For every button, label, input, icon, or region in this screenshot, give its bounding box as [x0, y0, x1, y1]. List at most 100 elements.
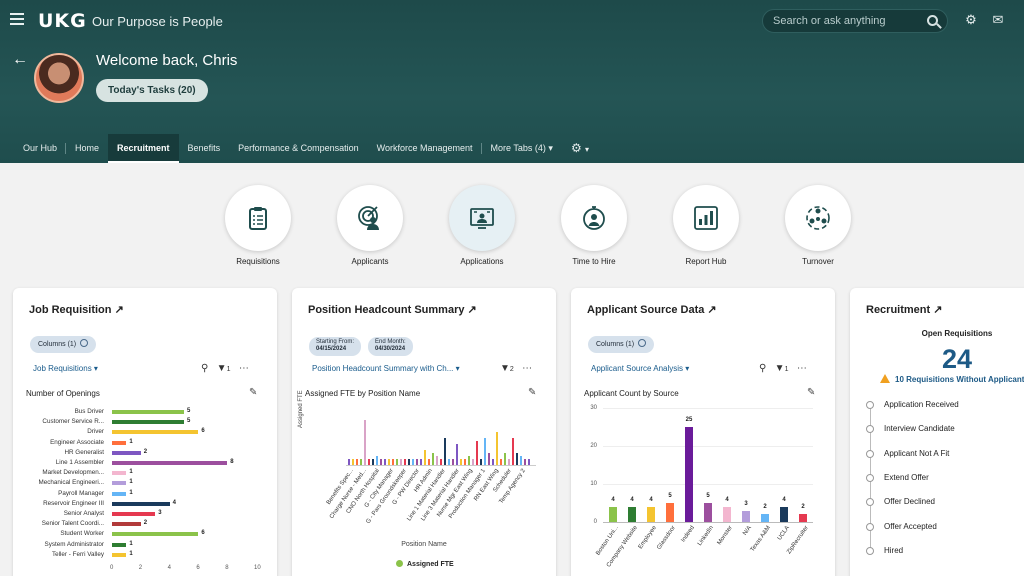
tab-our-hub[interactable]: Our Hub: [14, 134, 67, 163]
todays-tasks-button[interactable]: Today's Tasks (20): [96, 79, 208, 102]
source-bar[interactable]: [647, 506, 655, 522]
fte-bar[interactable]: [476, 441, 478, 465]
help-icon[interactable]: ⚙: [963, 12, 979, 28]
job-requisitions-dropdown[interactable]: Job Requisitions ▾: [33, 364, 98, 373]
pipeline-stage[interactable]: Hired: [866, 546, 903, 555]
fte-bar[interactable]: [524, 459, 526, 465]
fte-bar[interactable]: [368, 459, 370, 465]
source-bar[interactable]: [761, 514, 769, 522]
source-bar[interactable]: [609, 506, 617, 522]
pipeline-stage[interactable]: Extend Offer: [866, 473, 929, 482]
fte-bar[interactable]: [452, 459, 454, 465]
fte-bar[interactable]: [420, 459, 422, 465]
source-bar[interactable]: [742, 510, 750, 522]
card-title[interactable]: Position Headcount Summary ↗: [308, 303, 477, 316]
source-bar[interactable]: [685, 427, 693, 522]
filter-icon[interactable]: ▼1: [217, 363, 231, 374]
openings-bar[interactable]: [112, 491, 127, 496]
fte-bar[interactable]: [468, 456, 470, 465]
fte-bar[interactable]: [432, 453, 434, 465]
edit-pencil-icon[interactable]: ✎: [807, 387, 815, 398]
fte-bar[interactable]: [408, 459, 410, 465]
source-bar[interactable]: [799, 514, 807, 522]
fte-bar[interactable]: [364, 420, 366, 465]
edit-pencil-icon[interactable]: ✎: [528, 387, 536, 398]
fte-bar[interactable]: [460, 459, 462, 465]
quick-link-turnover[interactable]: Turnover: [785, 185, 851, 266]
fte-bar[interactable]: [396, 459, 398, 465]
columns-chip[interactable]: Columns (1): [588, 336, 655, 353]
openings-bar[interactable]: [112, 542, 127, 547]
fte-bar[interactable]: [496, 432, 498, 465]
fte-bar[interactable]: [388, 459, 390, 465]
fte-bar[interactable]: [528, 459, 530, 465]
fte-bar[interactable]: [380, 459, 382, 465]
menu-icon[interactable]: [10, 12, 24, 26]
fte-bar[interactable]: [444, 438, 446, 465]
ukg-logo[interactable]: UKG: [38, 10, 87, 32]
tab-workforce-management[interactable]: Workforce Management: [368, 134, 482, 163]
fte-bar[interactable]: [352, 459, 354, 465]
remove-chip-icon[interactable]: [638, 339, 647, 347]
fte-bar[interactable]: [416, 459, 418, 465]
chat-icon[interactable]: ✉: [990, 12, 1006, 28]
fte-bar[interactable]: [428, 459, 430, 465]
fte-bar[interactable]: [440, 459, 442, 465]
fte-bar[interactable]: [456, 444, 458, 465]
openings-bar[interactable]: [112, 420, 184, 425]
tab-benefits[interactable]: Benefits: [179, 134, 230, 163]
source-bar[interactable]: [704, 503, 712, 522]
more-options-icon[interactable]: ⋯: [239, 363, 249, 374]
openings-bar[interactable]: [112, 471, 127, 476]
fte-bar[interactable]: [448, 459, 450, 465]
fte-bar[interactable]: [436, 456, 438, 465]
quick-link-report-hub[interactable]: Report Hub: [673, 185, 739, 266]
filter-icon[interactable]: ▼1: [775, 363, 789, 374]
fte-bar[interactable]: [372, 459, 374, 465]
openings-bar[interactable]: [112, 440, 127, 445]
search-icon[interactable]: ⚲: [759, 363, 766, 374]
end-month-chip[interactable]: End Month: 04/30/2024: [368, 337, 413, 356]
filter-icon[interactable]: ▼2: [500, 363, 514, 374]
fte-bar[interactable]: [516, 453, 518, 465]
openings-bar[interactable]: [112, 410, 184, 414]
search-icon[interactable]: [927, 15, 938, 26]
pipeline-stage[interactable]: Applicant Not A Fit: [866, 449, 949, 458]
quick-link-requisitions[interactable]: Requisitions: [225, 185, 291, 266]
chart-legend[interactable]: Assigned FTE: [396, 560, 454, 568]
card-title[interactable]: Job Requisition ↗: [29, 303, 124, 316]
remove-chip-icon[interactable]: [80, 339, 89, 347]
fte-bar[interactable]: [480, 459, 482, 465]
openings-bar[interactable]: [112, 522, 141, 527]
fte-bar[interactable]: [404, 459, 406, 465]
pipeline-stage[interactable]: Offer Declined: [866, 497, 935, 507]
starting-from-chip[interactable]: Starting From: 04/15/2024: [309, 337, 362, 356]
open-requisitions-count[interactable]: 24: [850, 344, 1024, 375]
pipeline-stage[interactable]: Application Received: [866, 400, 959, 409]
source-bar[interactable]: [723, 506, 731, 522]
pipeline-stage[interactable]: Interview Candidate: [866, 424, 955, 434]
requisitions-warning[interactable]: 10 Requisitions Without Applicants: [880, 374, 1024, 384]
columns-chip[interactable]: Columns (1): [30, 336, 97, 353]
source-bar[interactable]: [780, 506, 788, 522]
fte-bar[interactable]: [392, 459, 394, 465]
card-title[interactable]: Applicant Source Data ↗: [587, 303, 717, 316]
search-icon[interactable]: ⚲: [201, 363, 208, 374]
card-title[interactable]: Recruitment ↗: [866, 303, 942, 316]
openings-bar[interactable]: [112, 430, 199, 435]
openings-bar[interactable]: [112, 512, 156, 516]
more-options-icon[interactable]: ⋯: [797, 363, 807, 374]
fte-bar[interactable]: [500, 459, 502, 465]
edit-pencil-icon[interactable]: ✎: [249, 387, 257, 398]
headcount-dropdown[interactable]: Position Headcount Summary with Ch... ▾: [312, 364, 460, 373]
fte-bar[interactable]: [504, 453, 506, 465]
openings-bar[interactable]: [112, 481, 127, 486]
settings-gear-icon[interactable]: ⚙ ▾: [562, 134, 598, 163]
tab-home[interactable]: Home: [66, 134, 108, 163]
openings-bar[interactable]: [112, 461, 228, 465]
openings-bar[interactable]: [112, 450, 141, 455]
fte-bar[interactable]: [464, 459, 466, 465]
fte-bar[interactable]: [424, 450, 426, 465]
fte-bar[interactable]: [376, 456, 378, 465]
openings-bar[interactable]: [112, 552, 127, 557]
